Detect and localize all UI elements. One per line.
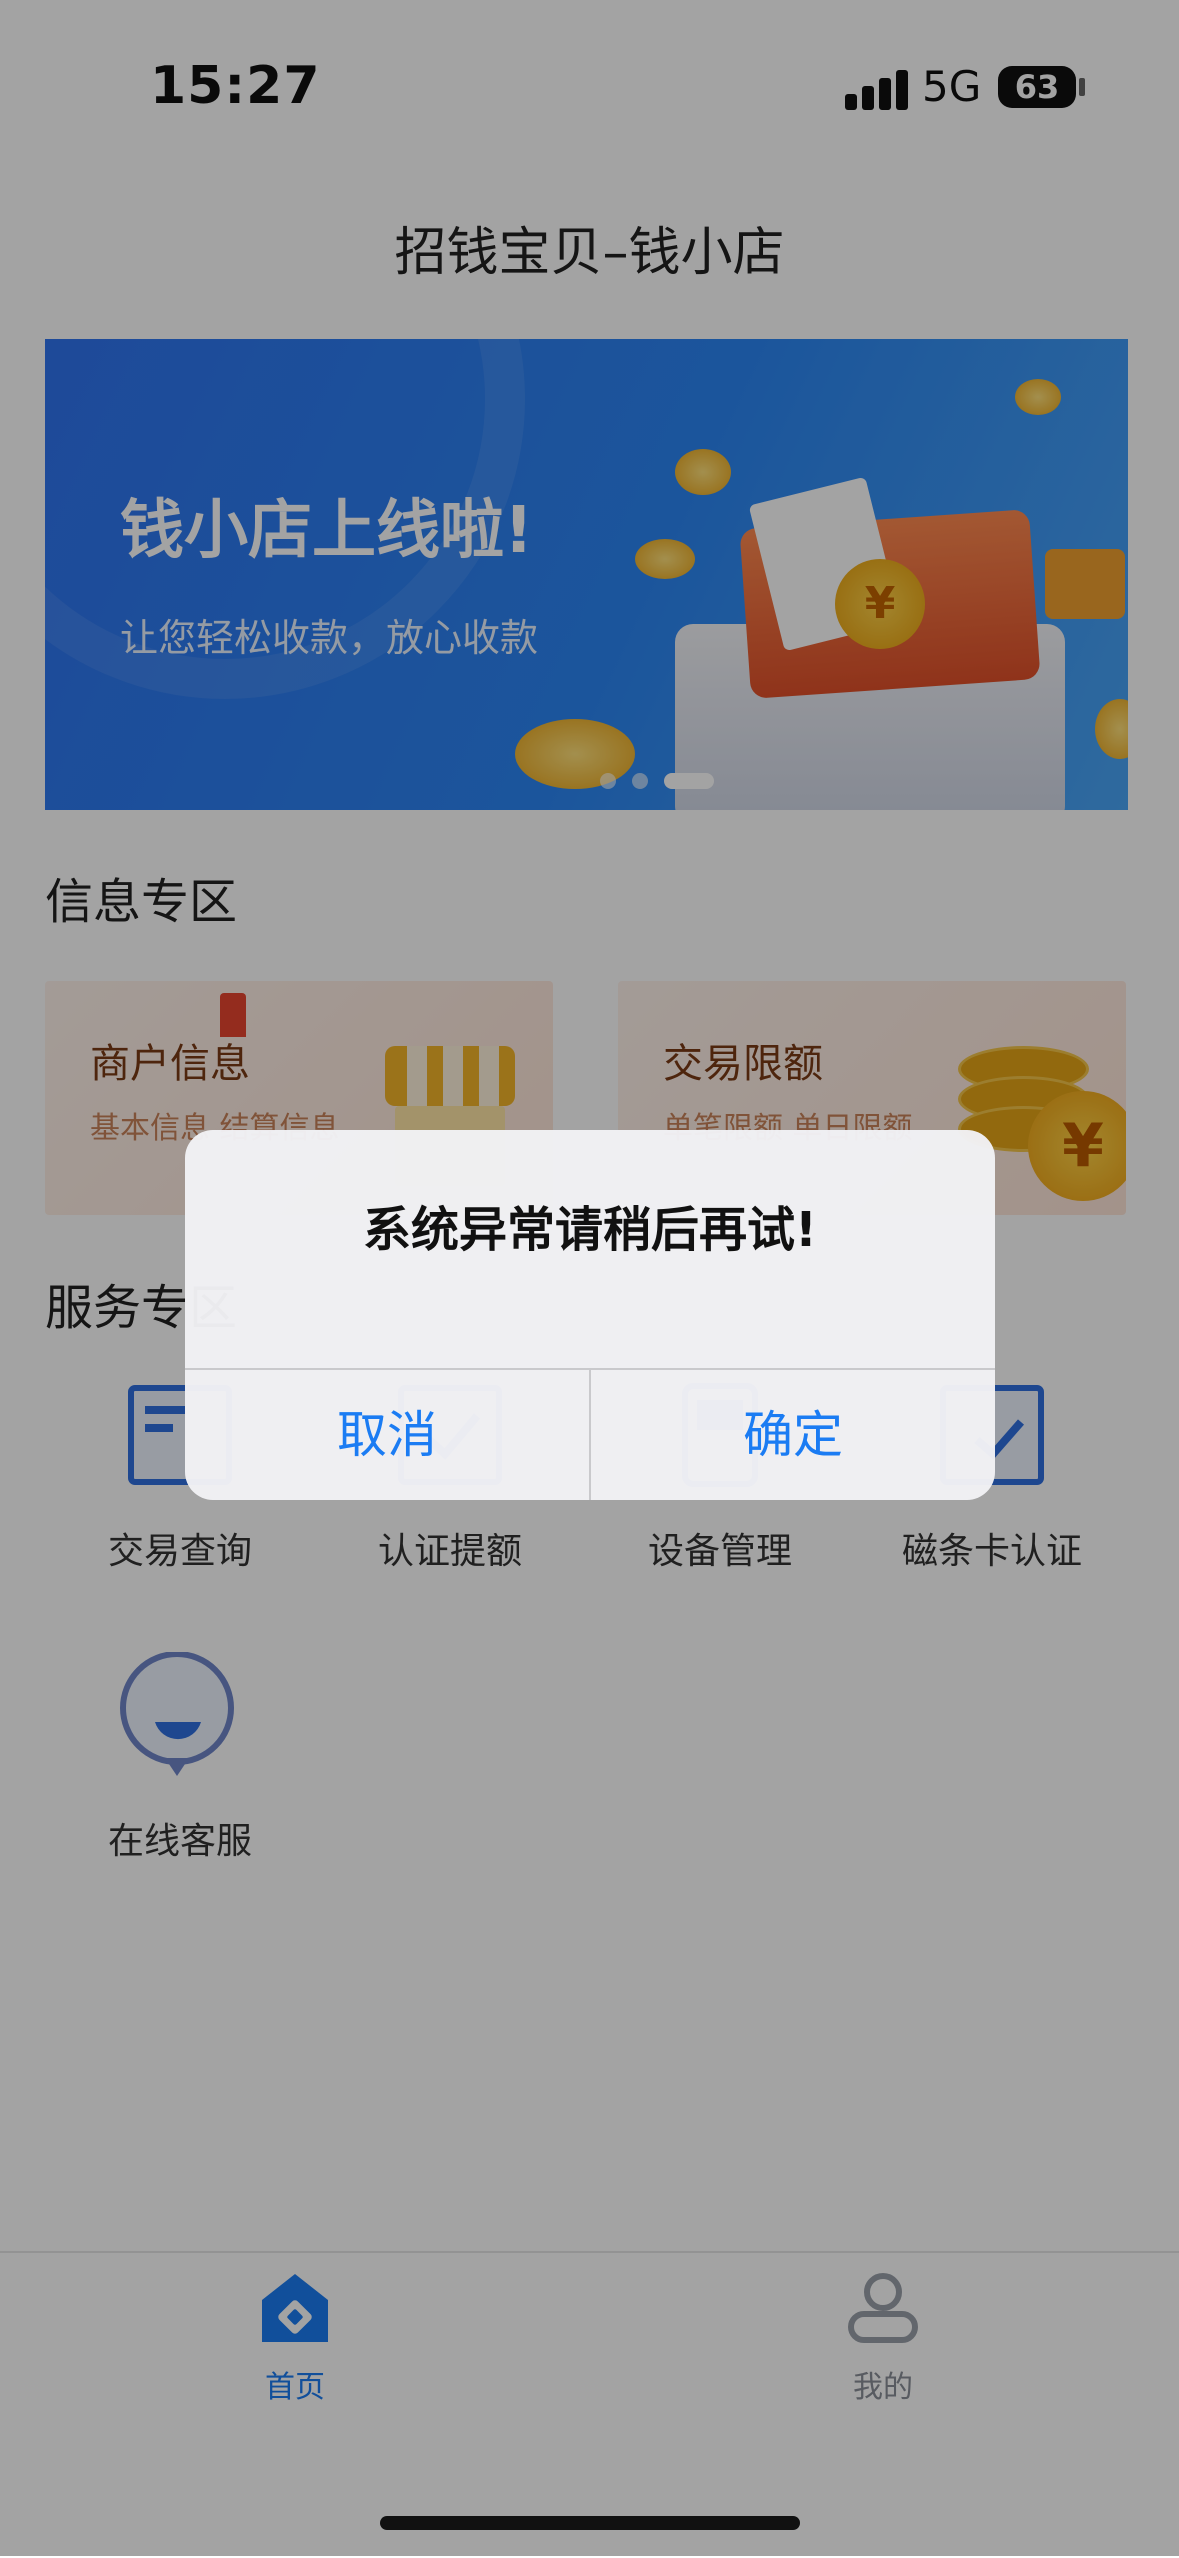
- error-alert-dialog: 系统异常请稍后再试! 取消 确定: [185, 1130, 995, 1500]
- cancel-button[interactable]: 取消: [185, 1370, 589, 1500]
- alert-message: 系统异常请稍后再试!: [363, 1202, 817, 1258]
- confirm-button[interactable]: 确定: [591, 1370, 995, 1500]
- home-indicator[interactable]: [380, 2516, 800, 2530]
